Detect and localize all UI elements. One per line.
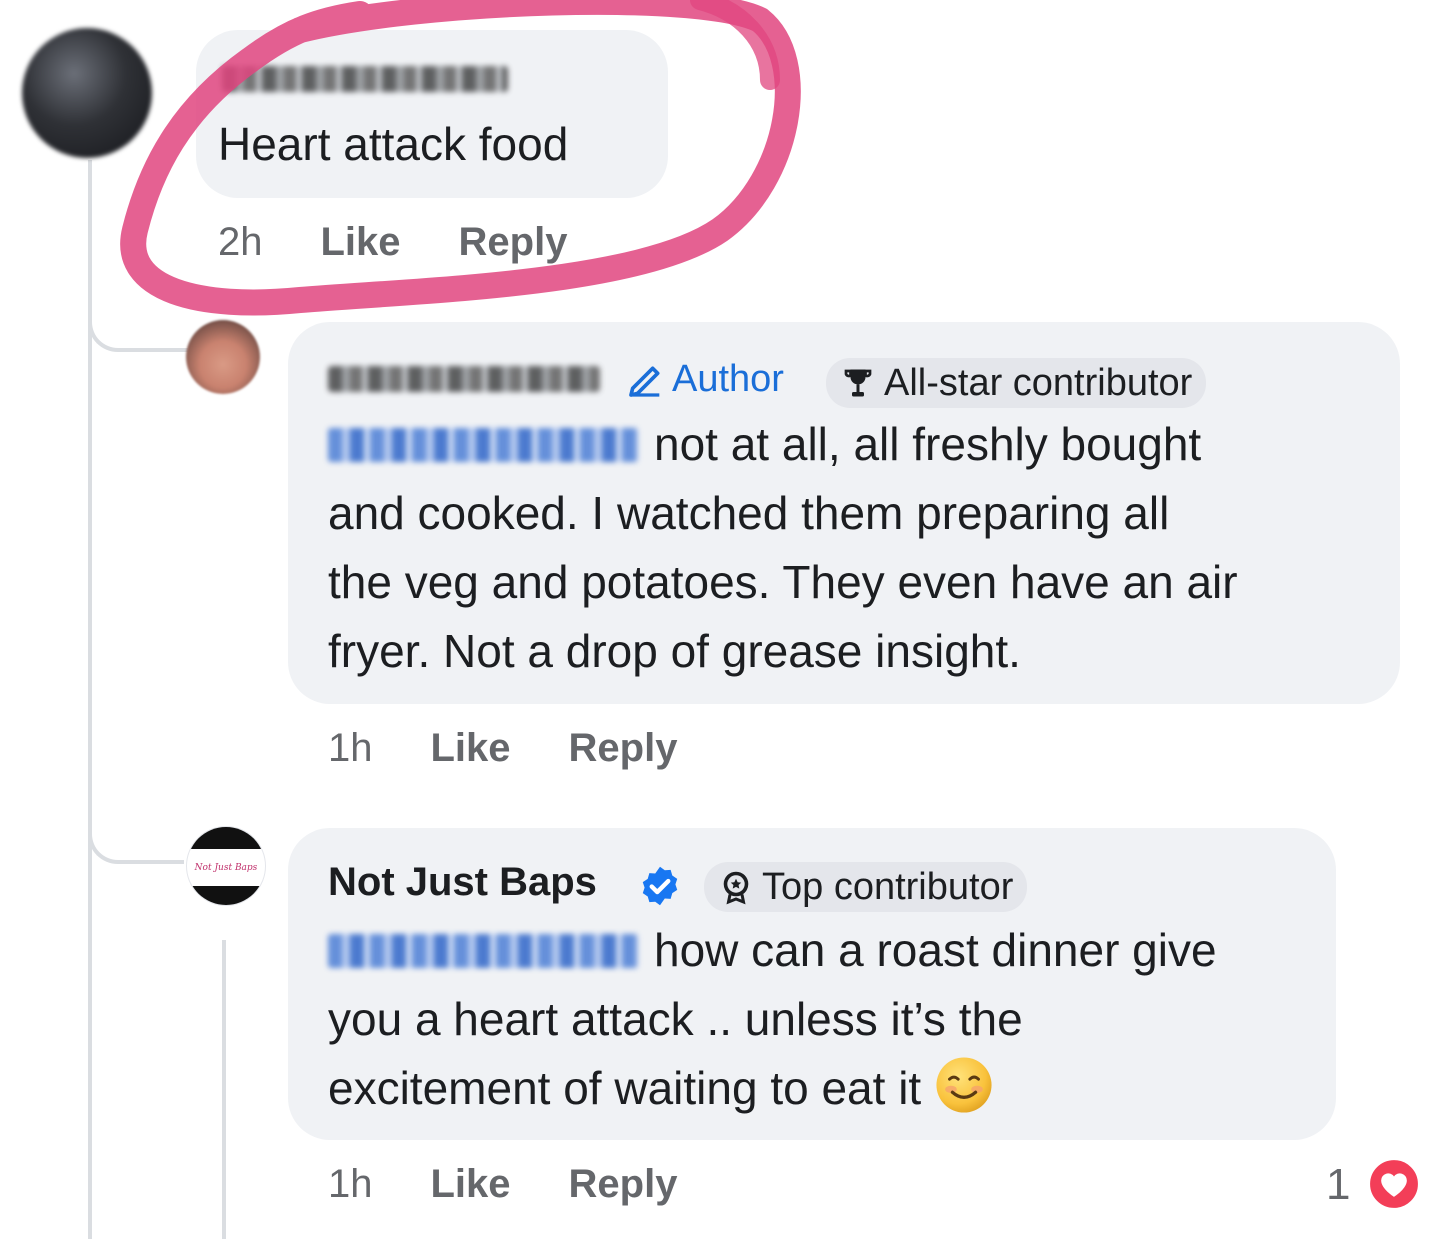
commenter-name-3[interactable]: Not Just Baps xyxy=(328,860,597,905)
reaction-count[interactable]: 1 xyxy=(1326,1160,1350,1210)
trophy-icon xyxy=(844,369,872,397)
comment-text-2-line-1: not at all, all freshly bought xyxy=(654,418,1202,470)
author-badge-label: Author xyxy=(672,358,784,400)
comment-text-3-line-2: you a heart attack .. unless it’s the xyxy=(328,993,1023,1045)
author-badge: Author xyxy=(626,358,784,401)
comment-text-2: not at all, all freshly bought and cooke… xyxy=(328,410,1238,686)
avatar-logo-text: Not Just Baps xyxy=(194,862,258,873)
comment-text-3-line-3: excitement of waiting to eat it xyxy=(328,1054,1217,1123)
comment-text-2-line-3: the veg and potatoes. They even have an … xyxy=(328,556,1238,608)
pencil-icon xyxy=(629,366,660,397)
thread-connector-reply-2 xyxy=(88,790,184,864)
verified-badge-icon xyxy=(642,866,678,906)
comment-meta-3: 1h Like Reply xyxy=(328,1162,677,1207)
comment-meta-2: 1h Like Reply xyxy=(328,726,677,771)
comment-text-2-line-2: and cooked. I watched them preparing all xyxy=(328,487,1170,539)
comment-time-2: 1h xyxy=(328,726,373,770)
comment-text-3-line-1: how can a roast dinner give xyxy=(654,924,1217,976)
commenter-name-2-blurred[interactable] xyxy=(328,366,600,392)
comment-text-2-line-4: fryer. Not a drop of grease insight. xyxy=(328,625,1021,677)
smiling-face-emoji-icon xyxy=(936,1057,992,1113)
all-star-contributor-label: All-star contributor xyxy=(884,361,1193,404)
comment-time-3: 1h xyxy=(328,1162,373,1206)
all-star-contributor-badge[interactable]: All-star contributor xyxy=(826,358,1207,408)
avatar-not-just-baps[interactable]: Not Just Baps xyxy=(186,826,266,906)
top-contributor-label: Top contributor xyxy=(762,865,1014,908)
heart-reaction-icon[interactable] xyxy=(1366,1156,1422,1212)
like-button-2[interactable]: Like xyxy=(431,726,511,770)
award-icon xyxy=(723,871,749,905)
like-button-3[interactable]: Like xyxy=(431,1162,511,1206)
reply-button-3[interactable]: Reply xyxy=(569,1162,678,1206)
highlight-scribble xyxy=(120,0,801,316)
comment-text-3: how can a roast dinner give you a heart … xyxy=(328,916,1217,1123)
thread-line-sub xyxy=(222,940,226,1239)
top-contributor-badge[interactable]: Top contributor xyxy=(704,862,1028,912)
reply-button-2[interactable]: Reply xyxy=(569,726,678,770)
